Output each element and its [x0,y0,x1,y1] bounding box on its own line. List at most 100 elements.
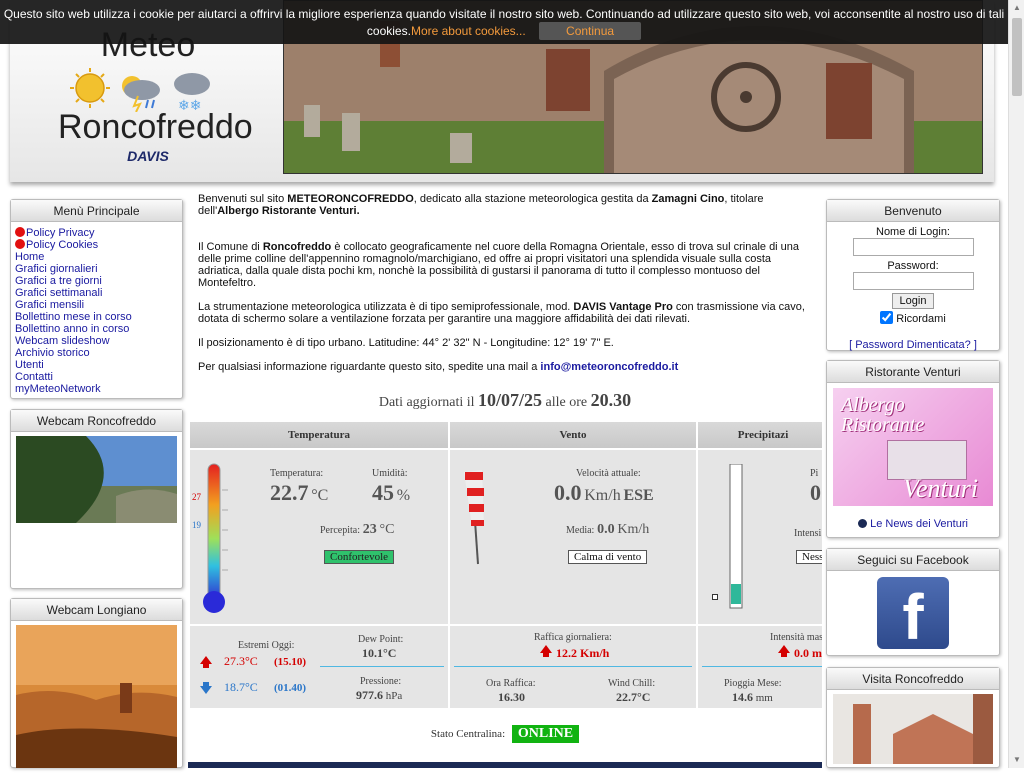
pressure-label: Pressione: [360,676,402,687]
intro-paragraph-3: La strumentazione meteorologica utilizza… [198,301,812,325]
snow-icon: ❄❄ [174,73,210,112]
temp-max-time: (15.10) [274,656,307,668]
menu-item-0[interactable]: Policy Privacy [15,227,178,239]
scroll-thumb[interactable] [1012,18,1022,96]
wind-avg-unit: Km/h [617,522,650,537]
wind-speed-value: 0.0 [554,480,582,505]
station-status: Stato Centralina: ONLINE [190,725,820,743]
gust-day-value: 12.2 Km/h [556,646,610,660]
password-label: Password: [887,260,939,272]
divider [454,666,692,667]
page-scrollbar[interactable]: ▲ ▼ [1008,0,1024,768]
storm-icon [122,76,160,112]
menu-item-13[interactable]: myMeteoNetwork [15,383,178,395]
temp-min-value: 18.7°C [224,680,258,694]
intro-paragraph-2: Il Comune di Roncofreddo è collocato geo… [198,241,812,289]
site-logo[interactable]: Meteo ❄❄ Roncofreddo DAVIS [58,28,253,176]
menu-item-6[interactable]: Grafici mensili [15,299,178,311]
rain-detail-cell: Intensità mas 0.0 mm Pioggia Mese: 14.6 … [698,626,822,708]
forgot-password-link[interactable]: [ Password Dimenticata? ] [827,339,999,351]
wind-status-badge: Calma di vento [568,550,648,564]
extremes-cell: Estremi Oggi: 27.3°C (15.10) 18.7°C (01.… [190,626,448,708]
webcam-longiano-image[interactable] [16,625,177,768]
username-input[interactable] [852,238,974,256]
perceived-label: Percepita: [320,525,360,536]
cookie-banner: Questo sito web utilizza i cookie per ai… [0,0,1008,44]
ristorante-logo[interactable]: Albergo Ristorante Venturi [833,388,993,506]
menu-item-5[interactable]: Grafici settimanali [15,287,178,299]
main-menu-title: Menù Principale [11,200,182,222]
ristorante-logo-line3: Venturi [903,474,979,503]
webcam-longiano-panel: Webcam Longiano [10,598,183,768]
scroll-down-icon[interactable]: ▼ [1009,752,1024,768]
updated-mid: alle ore [545,395,588,410]
menu-item-label: Contatti [15,371,53,383]
rain-intensity-label: Intensi [794,528,822,539]
menu-item-label: Policy Privacy [26,227,95,239]
menu-item-3[interactable]: Grafici giornalieri [15,263,178,275]
cookie-more-link[interactable]: More about cookies... [411,24,526,38]
weather-icons: ❄❄ [70,68,210,112]
cookie-accept-button[interactable]: Continua [539,22,642,40]
menu-item-label: Home [15,251,45,263]
town-name: Roncofreddo [262,241,332,253]
humidity-value-group: 45 % [372,480,410,506]
menu-item-4[interactable]: Grafici a tre giorni [15,275,178,287]
temp-max-value: 27.3°C [224,654,258,668]
header-wind: Vento [450,422,696,448]
last-updated: Dati aggiornati il 10/07/25 alle ore 20.… [190,390,820,411]
wind-avg-label: Media: [566,525,595,536]
humidity-value: 45 [372,480,394,505]
menu-item-11[interactable]: Utenti [15,359,178,371]
temp-value: 22.7 [270,480,309,505]
login-button[interactable]: Login [891,293,935,309]
arrow-up-icon [540,645,552,657]
main-menu-panel: Menù Principale Policy Privacy Policy Coo… [10,199,183,399]
menu-item-7[interactable]: Bollettino mese in corso [15,311,178,323]
temp-min-time: (01.40) [274,682,307,694]
menu-item-label: myMeteoNetwork [15,383,101,395]
menu-item-8[interactable]: Bollettino anno in corso [15,323,178,335]
rain-month-unit: mm [755,692,773,704]
remember-row: Ricordami [827,311,999,325]
intro-paragraph-1: Benvenuti sul sito METEORONCOFREDDO, ded… [198,193,812,217]
station-status-label: Stato Centralina: [430,728,506,740]
facebook-title: Seguici su Facebook [827,549,999,571]
menu-item-label: Bollettino mese in corso [15,311,132,323]
rain-max-label: Intensità mas [770,632,822,643]
menu-item-10[interactable]: Archivio storico [15,347,178,359]
wind-speed-unit: Km/h [584,487,621,504]
text: Per qualsiasi informazione riguardante q… [198,361,541,373]
wind-avg-group: Media: 0.0 Km/h [566,522,649,538]
webcam-longiano-title: Webcam Longiano [11,599,182,621]
scroll-up-icon[interactable]: ▲ [1009,0,1024,16]
humidity-label: Umidità: [372,468,408,479]
password-input[interactable] [852,272,974,290]
ristorante-news-link[interactable]: Le News dei Venturi [827,518,999,530]
facebook-panel: Seguici su Facebook f [826,548,1000,656]
intro-text: Benvenuti sul sito METEORONCOFREDDO, ded… [198,193,812,385]
menu-item-9[interactable]: Webcam slideshow [15,335,178,347]
menu-item-label: Utenti [15,359,44,371]
menu-item-12[interactable]: Contatti [15,371,178,383]
rain-gauge-marker [712,594,718,600]
facebook-icon[interactable]: f [877,577,949,653]
arrow-down-icon [200,682,212,694]
perceived-group: Percepita: 23 °C [320,522,394,538]
updated-time: 20.30 [590,390,632,410]
gust-cell: Raffica giornaliera: 12.2 Km/h Ora Raffi… [450,626,696,708]
remember-checkbox[interactable] [880,311,894,324]
wind-speed-group: 0.0 Km/h ESE [554,480,654,506]
main-menu-list: Policy Privacy Policy Cookies Home Grafici … [11,222,182,400]
header-rain: Precipitazi [698,422,822,448]
menu-item-2[interactable]: Home [15,251,178,263]
visita-title: Visita Roncofreddo [827,668,999,690]
perceived-unit: °C [379,522,395,537]
webcam-roncofreddo-image[interactable] [16,436,177,523]
email-link[interactable]: info@meteoroncofreddo.it [540,361,678,373]
menu-item-1[interactable]: Policy Cookies [15,239,178,251]
visita-image[interactable] [833,694,993,764]
rain-month-value: 14.6 [732,690,753,704]
wind-cell: Velocità attuale: 0.0 Km/h ESE Media: 0.… [450,450,696,624]
menu-item-label: Archivio storico [15,347,90,359]
